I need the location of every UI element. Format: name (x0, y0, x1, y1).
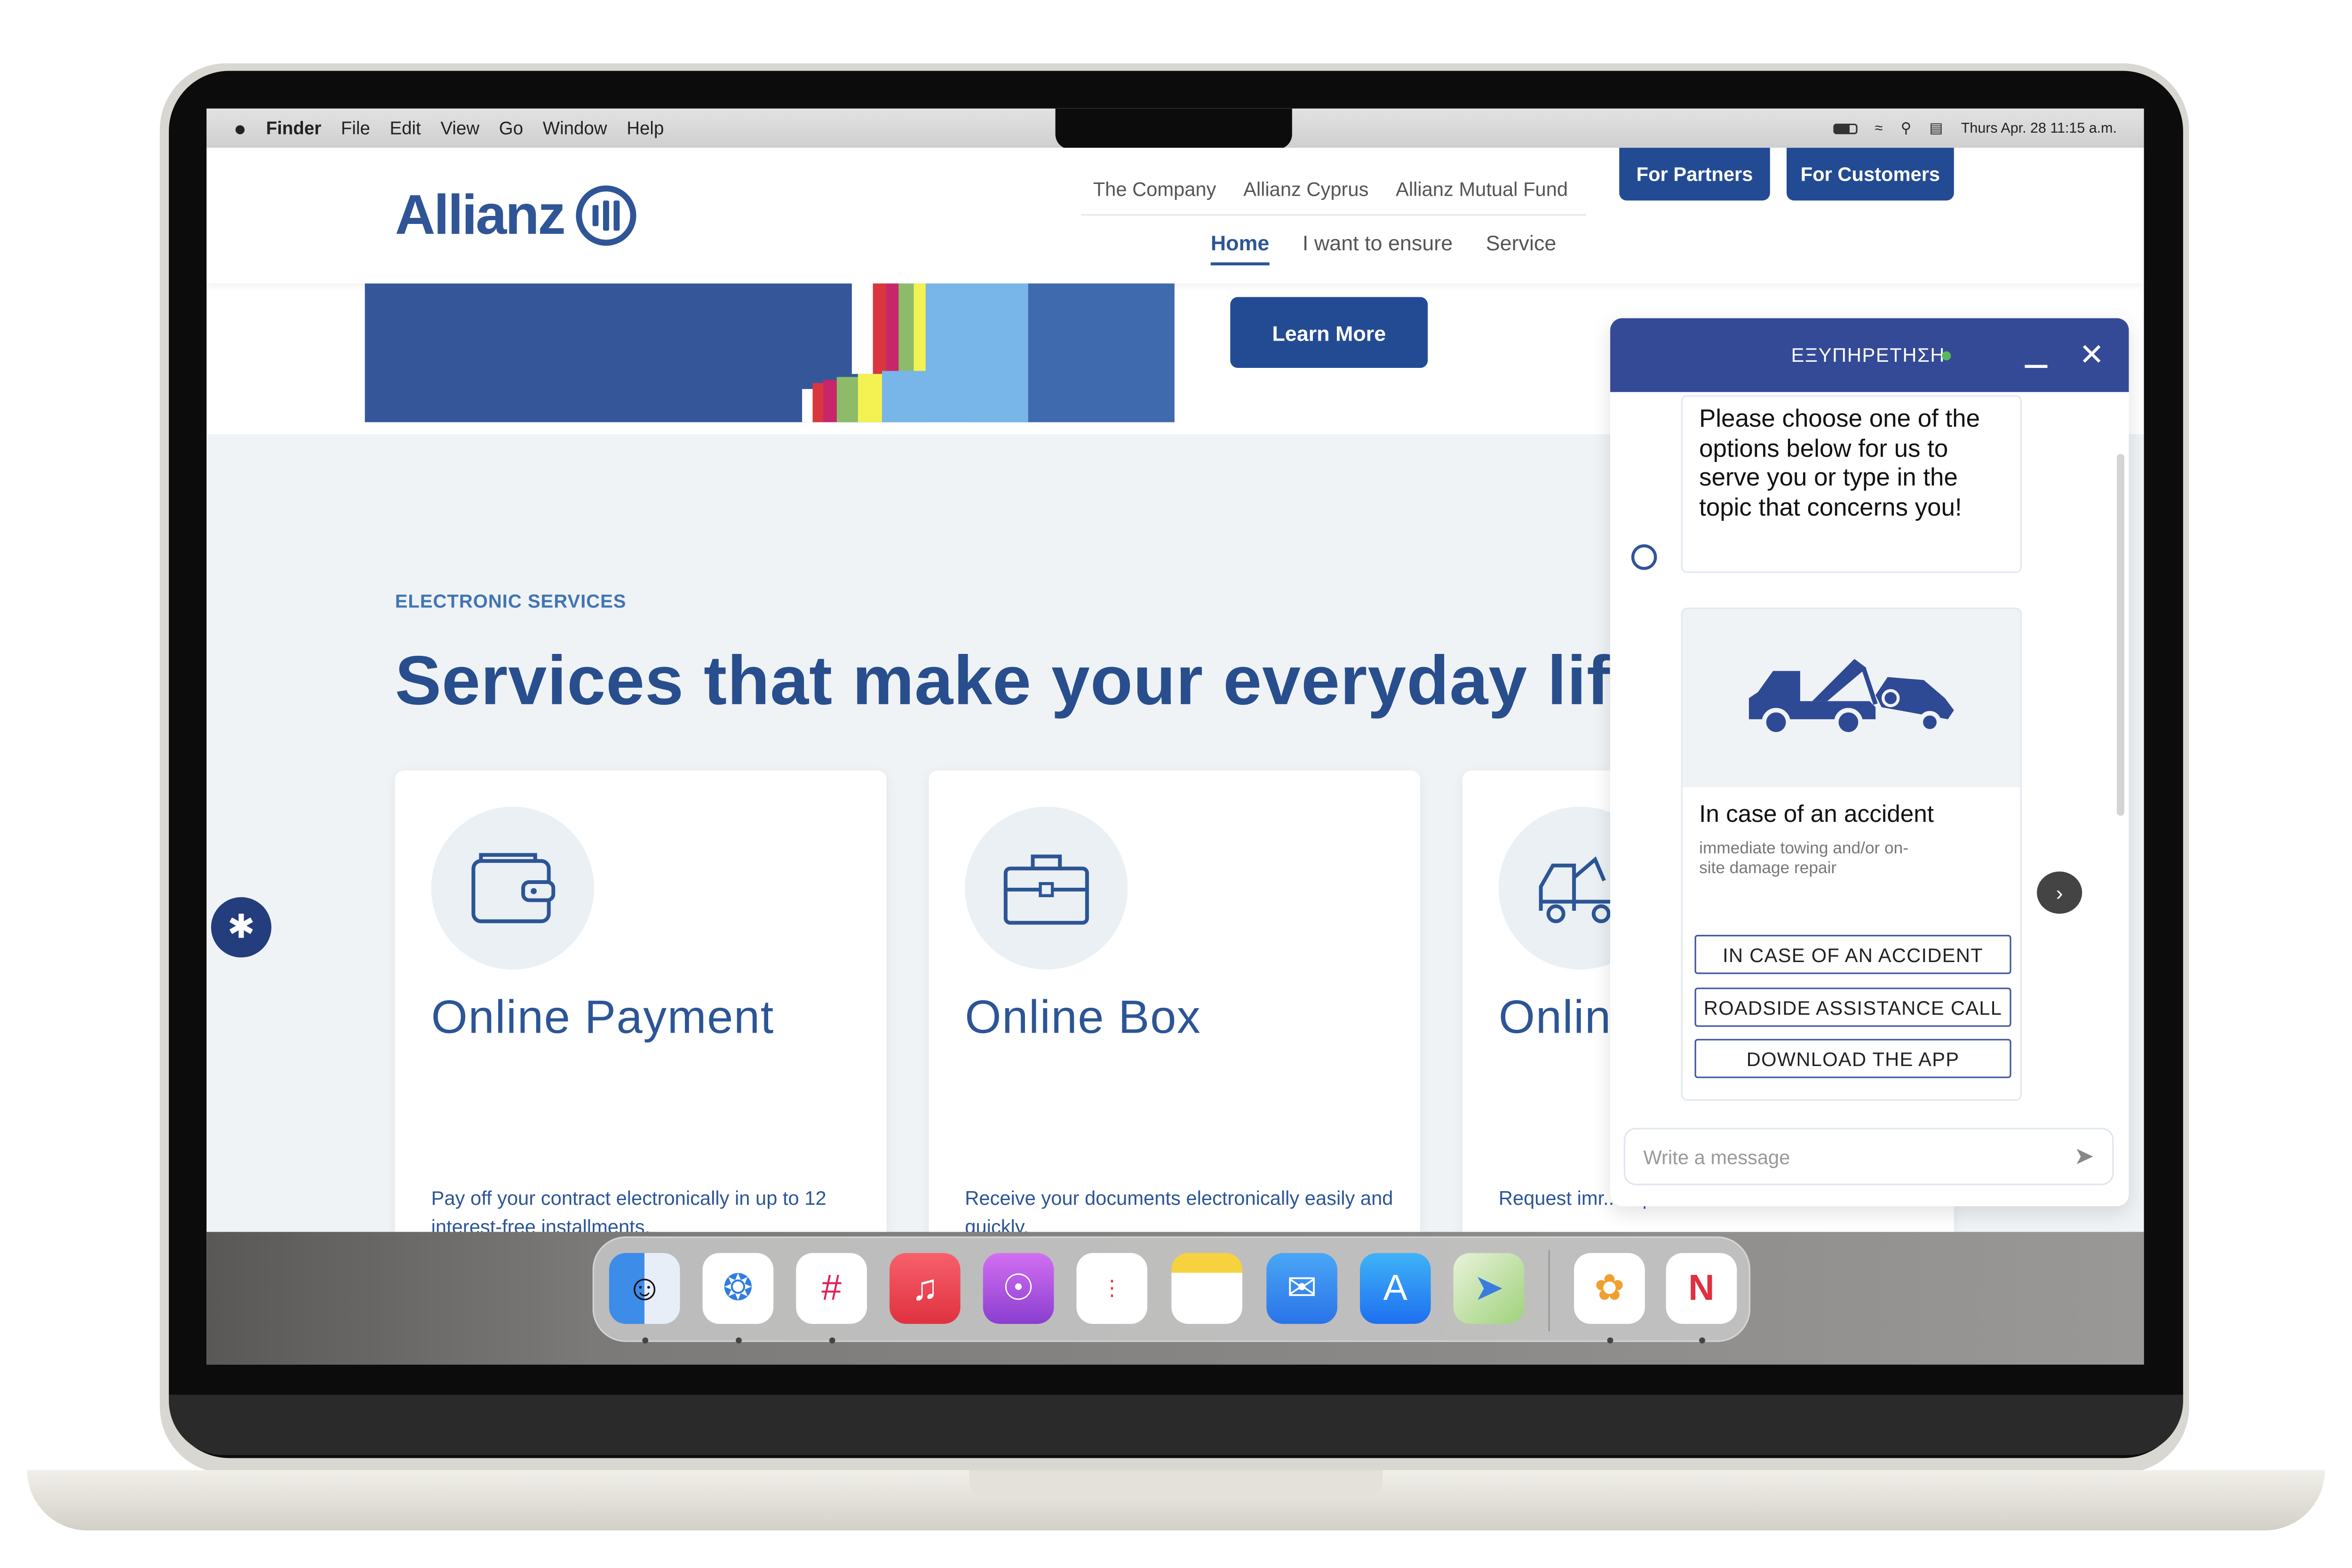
option-download-app-button[interactable]: DOWNLOAD THE APP (1694, 1039, 2011, 1078)
nav-home[interactable]: Home (1210, 231, 1270, 266)
battery-icon[interactable] (1832, 123, 1857, 134)
wallet-icon (431, 806, 594, 970)
message-input[interactable]: Write a message ➤ (1623, 1128, 2114, 1186)
chat-header: ΕΞΥΠΗΡΕΤΗΣΗ ✕ (1610, 318, 2129, 392)
nav-allianz-cyprus[interactable]: Allianz Cyprus (1243, 178, 1368, 200)
hero-image (365, 283, 1175, 422)
menu-app-name[interactable]: Finder (266, 118, 322, 139)
menu-go[interactable]: Go (499, 118, 523, 139)
site-header: Allianz The Company Allianz Cyprus Allia… (207, 148, 2144, 284)
service-card-online-box[interactable]: Online Box Receive your documents electr… (929, 770, 1421, 1253)
dock-reminders-icon[interactable]: ⋮ (1076, 1253, 1148, 1324)
section-headline: Services that make your everyday life (395, 641, 1650, 719)
dock-safari-icon[interactable]: ❂ (702, 1253, 774, 1324)
dock-music-icon[interactable]: ♫ (890, 1253, 961, 1324)
briefcase-icon (965, 806, 1128, 970)
control-center-icon[interactable]: ▤ (1930, 120, 1943, 136)
option-card-title: In case of an accident (1699, 802, 1934, 828)
section-eyebrow: ELECTRONIC SERVICES (395, 591, 627, 613)
status-area: ≈ ⚲ ▤ Thurs Apr. 28 11:15 a.m. (1832, 109, 2117, 148)
bezel-chin (168, 1394, 2183, 1455)
running-indicator (642, 1337, 649, 1344)
dock-notes-icon[interactable] (1171, 1253, 1243, 1324)
option-card-subtitle: immediate towing and/or on-site damage r… (1699, 840, 1909, 878)
dock-maps-icon[interactable]: ➤ (1453, 1253, 1525, 1324)
online-status-dot (1942, 351, 1951, 361)
for-customers-button[interactable]: For Customers (1787, 148, 1954, 201)
for-partners-button[interactable]: For Partners (1619, 148, 1770, 201)
chat-option-card: In case of an accident immediate towing … (1681, 607, 2022, 1101)
carousel-next-button[interactable]: › (2037, 871, 2082, 914)
screen: ● Finder File Edit View Go Window Help ≈… (207, 108, 2144, 1365)
bot-message: Please choose one of the options below f… (1681, 395, 2022, 573)
dock-mail-icon[interactable]: ✉ (1266, 1253, 1337, 1324)
menu-view[interactable]: View (440, 118, 479, 139)
menu-file[interactable]: File (341, 118, 370, 139)
wifi-icon[interactable]: ≈ (1875, 120, 1883, 136)
dock: ☺ ❂ # ♫ ☉ ⋮ ✉ A ➤ ✿ N (592, 1236, 1751, 1344)
menu-window[interactable]: Window (543, 118, 607, 139)
dock-separator (1548, 1250, 1550, 1332)
main-nav: Home I want to ensure Service (1210, 231, 1557, 266)
option-accident-button[interactable]: IN CASE OF AN ACCIDENT (1694, 935, 2011, 974)
option-roadside-button[interactable]: ROADSIDE ASSISTANCE CALL (1694, 987, 2011, 1027)
dock-podcasts-icon[interactable]: ☉ (983, 1253, 1054, 1324)
close-icon[interactable]: ✕ (2079, 336, 2105, 374)
camera-notch (1055, 108, 1292, 150)
tow-truck-icon (1682, 609, 2020, 788)
search-icon[interactable]: ⚲ (1901, 120, 1911, 136)
running-indicator (829, 1337, 835, 1344)
chevron-right-icon: › (2056, 880, 2063, 905)
nav-divider (1081, 214, 1586, 216)
allianz-logo[interactable]: Allianz (395, 184, 637, 247)
dock-photos-icon[interactable]: ✿ (1574, 1253, 1645, 1324)
base-notch (969, 1470, 1383, 1501)
menu-help[interactable]: Help (627, 118, 664, 139)
dock-slack-icon[interactable]: # (796, 1253, 867, 1324)
running-indicator (1699, 1337, 1705, 1344)
bot-avatar-icon (1631, 544, 1657, 570)
send-icon[interactable]: ➤ (2074, 1141, 2094, 1171)
accessibility-icon: ✱ (227, 907, 255, 946)
top-nav: The Company Allianz Cyprus Allianz Mutua… (1093, 178, 1568, 200)
chat-widget: ΕΞΥΠΗΡΕΤΗΣΗ ✕ Please choose one of the o… (1610, 318, 2129, 1207)
running-indicator (1607, 1337, 1613, 1344)
chat-scrollbar[interactable] (2116, 454, 2124, 816)
dock-app-store-icon[interactable]: A (1360, 1253, 1431, 1324)
nav-i-want-to-ensure[interactable]: I want to ensure (1303, 231, 1453, 265)
logo-text: Allianz (395, 184, 566, 246)
service-card-online-payment[interactable]: Online Payment Pay off your contract ele… (395, 770, 887, 1253)
allianz-eagle-icon (576, 185, 637, 246)
dock-finder-icon[interactable]: ☺ (609, 1253, 680, 1324)
learn-more-button[interactable]: Learn More (1230, 297, 1428, 368)
dock-news-icon[interactable]: N (1666, 1253, 1737, 1324)
chat-title: ΕΞΥΠΗΡΕΤΗΣΗ (1791, 343, 1946, 366)
nav-the-company[interactable]: The Company (1093, 178, 1216, 200)
message-placeholder: Write a message (1643, 1145, 1790, 1168)
clock[interactable]: Thurs Apr. 28 11:15 a.m. (1961, 120, 2117, 136)
nav-mutual-fund[interactable]: Allianz Mutual Fund (1396, 178, 1568, 200)
card-title: Online Payment (431, 990, 775, 1043)
card-title: Online Box (965, 990, 1201, 1043)
running-indicator (736, 1337, 742, 1344)
accessibility-button[interactable]: ✱ (211, 897, 271, 958)
apple-icon[interactable]: ● (234, 116, 246, 140)
menu-edit[interactable]: Edit (389, 118, 421, 139)
minimize-icon[interactable] (2025, 365, 2048, 367)
nav-service[interactable]: Service (1486, 231, 1557, 265)
